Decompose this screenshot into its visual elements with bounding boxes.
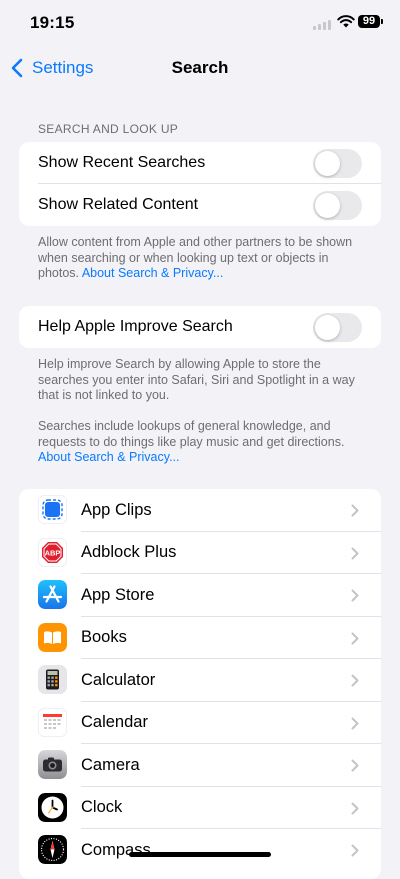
clock-icon (38, 792, 67, 822)
list-item-label: Books (81, 628, 127, 647)
improve-search-group: Help Apple Improve Search (19, 306, 381, 348)
footer-text: Searches include lookups of general know… (38, 419, 345, 449)
chevron-right-icon (351, 589, 359, 602)
row-label: Show Recent Searches (38, 154, 206, 171)
row-label: Help Apple Improve Search (38, 318, 233, 335)
battery-icon: 99 (358, 15, 380, 28)
page-title: Search (171, 58, 229, 77)
list-item-label: App Clips (81, 500, 152, 519)
about-search-privacy-link[interactable]: About Search & Privacy... (82, 266, 224, 280)
app-store-icon (38, 580, 67, 609)
list-item-app-clips[interactable]: App Clips (19, 489, 381, 532)
books-icon (38, 622, 67, 652)
list-item-label: Calculator (81, 670, 156, 689)
list-item-camera[interactable]: Camera (19, 744, 381, 787)
chevron-right-icon (351, 674, 359, 687)
chevron-right-icon (351, 759, 359, 772)
toggle-knob (315, 315, 340, 340)
toggle-knob (315, 151, 340, 176)
app-clips-icon (38, 495, 67, 524)
list-item-label: Adblock Plus (81, 543, 177, 562)
toggle-knob (315, 193, 340, 218)
improve-search-footer-2: Searches include lookups of general know… (38, 419, 358, 466)
chevron-right-icon (351, 844, 359, 857)
list-item-label: Camera (81, 755, 140, 774)
list-item-compass[interactable]: Compass (19, 829, 381, 872)
list-item-clock[interactable]: Clock (19, 787, 381, 829)
search-look-up-group: Show Recent Searches Show Related Conten… (19, 142, 381, 226)
list-item-calculator[interactable]: Calculator (19, 659, 381, 702)
chevron-right-icon (351, 632, 359, 644)
list-item-calendar[interactable]: Calendar (19, 702, 381, 744)
calculator-icon (38, 665, 67, 694)
compass-icon (38, 835, 67, 864)
apps-list: App Clips ABP Adblock Plus App Store Boo… (19, 489, 381, 879)
camera-icon (38, 750, 67, 779)
list-item-books[interactable]: Books (19, 617, 381, 659)
row-show-recent-searches: Show Recent Searches (19, 142, 381, 184)
row-show-related-content: Show Related Content (19, 184, 381, 226)
section-header-search-look-up: SEARCH AND LOOK UP (38, 122, 179, 136)
chevron-right-icon (351, 504, 359, 517)
list-item-label: App Store (81, 585, 155, 604)
about-search-privacy-link-2[interactable]: About Search & Privacy... (38, 450, 180, 464)
cellular-signal-icon (313, 20, 335, 30)
row-help-apple-improve-search: Help Apple Improve Search (19, 306, 381, 348)
list-item-label: Clock (81, 798, 123, 817)
battery-tip (381, 19, 383, 24)
list-item-app-store[interactable]: App Store (19, 574, 381, 617)
navigation-bar: Settings Search (0, 46, 400, 90)
list-item-adblock-plus[interactable]: ABP Adblock Plus (19, 532, 381, 574)
row-label: Show Related Content (38, 196, 199, 213)
show-related-content-toggle[interactable] (313, 191, 362, 220)
improve-search-footer-1: Help improve Search by allowing Apple to… (38, 357, 355, 402)
help-apple-improve-search-toggle[interactable] (313, 313, 362, 342)
adblock-plus-icon: ABP (38, 537, 67, 567)
search-look-up-footer: Allow content from Apple and other partn… (38, 235, 358, 282)
chevron-right-icon (351, 717, 359, 729)
calendar-icon (38, 707, 67, 737)
chevron-right-icon (351, 547, 359, 559)
status-time: 19:15 (30, 13, 75, 32)
status-bar: 19:15 99 (0, 0, 400, 46)
list-item-label: Calendar (81, 713, 148, 732)
wifi-icon (337, 15, 355, 28)
chevron-right-icon (351, 802, 359, 814)
svg-text:ABP: ABP (45, 548, 61, 557)
home-indicator[interactable] (129, 852, 271, 857)
show-recent-searches-toggle[interactable] (313, 149, 362, 178)
